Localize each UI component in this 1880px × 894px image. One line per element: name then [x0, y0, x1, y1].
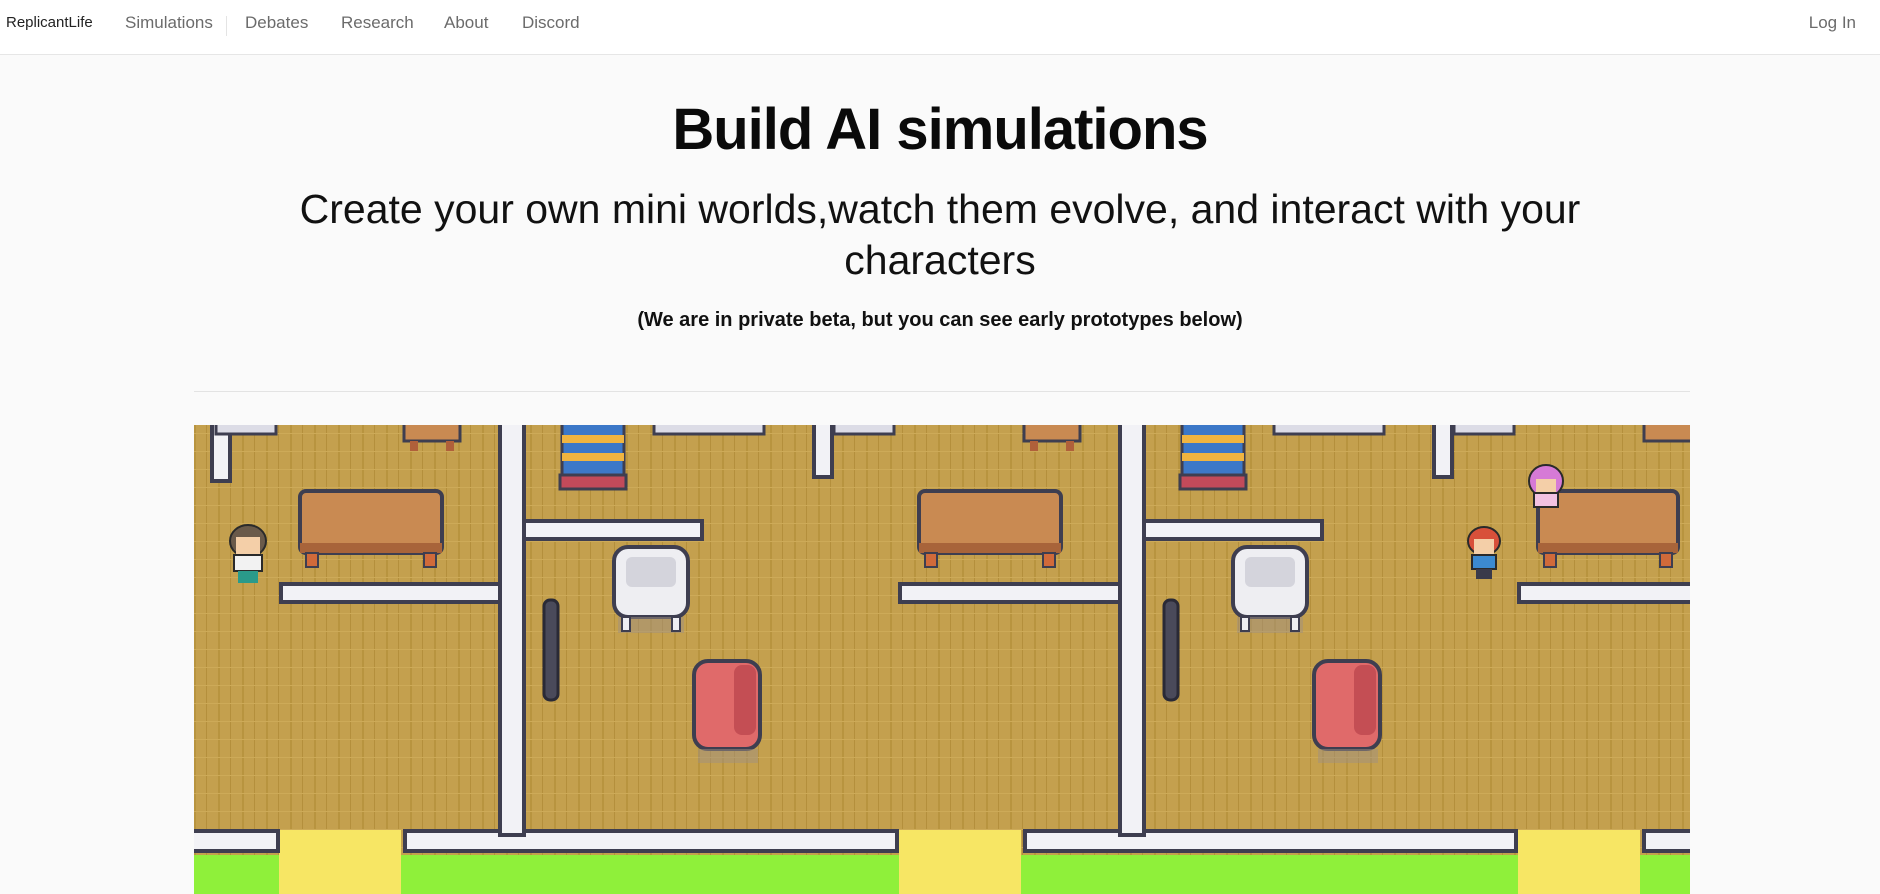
nav-link-discord[interactable]: Discord [522, 13, 580, 33]
hero-title: Build AI simulations [672, 97, 1208, 162]
section-divider [194, 391, 1690, 392]
simulation-preview-image [194, 425, 1690, 894]
pixel-art-game-map [194, 425, 1690, 894]
brand-logo-link[interactable]: ReplicantLife [6, 14, 93, 31]
beta-note: (We are in private beta, but you can see… [637, 309, 1243, 331]
nav-link-research[interactable]: Research [341, 13, 414, 33]
top-navbar: ReplicantLife Simulations Debates Resear… [0, 0, 1880, 55]
nav-link-about[interactable]: About [444, 13, 488, 33]
nav-separator [226, 16, 227, 36]
character-sprite-3 [1528, 464, 1564, 508]
nav-link-simulations[interactable]: Simulations [125, 13, 213, 33]
nav-link-debates[interactable]: Debates [245, 13, 308, 33]
login-link[interactable]: Log In [1809, 13, 1856, 33]
hero-subtitle: Create your own mini worlds,watch them e… [299, 186, 1581, 283]
